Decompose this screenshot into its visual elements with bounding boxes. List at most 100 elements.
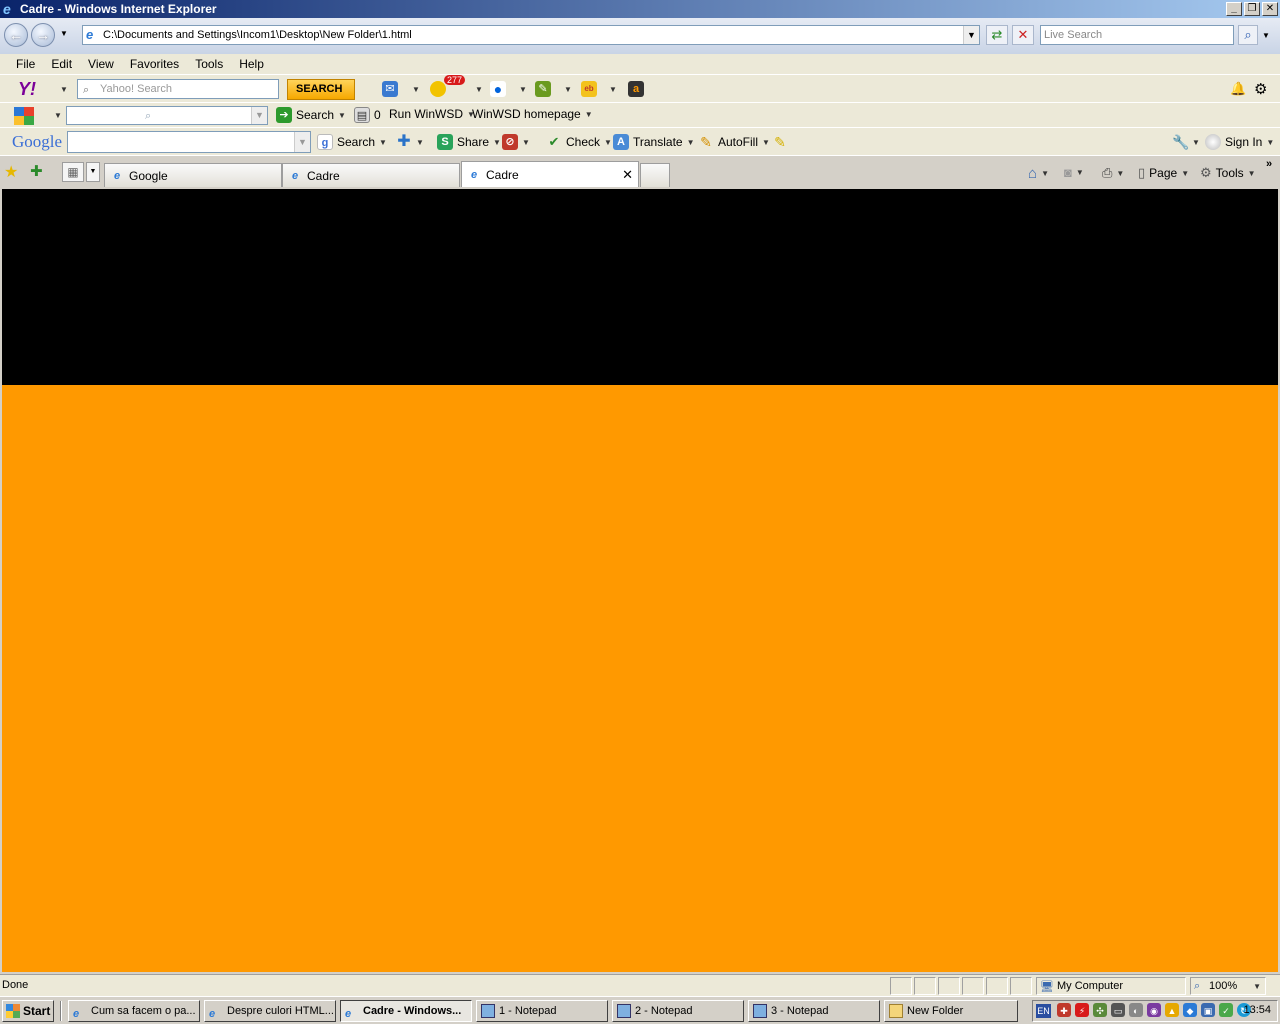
language-indicator[interactable]: EN xyxy=(1036,1004,1051,1018)
google-search-button[interactable]: g Search ▼ xyxy=(317,134,387,150)
tray-app-icon[interactable]: ▲ xyxy=(1165,1003,1179,1017)
amazon-icon[interactable]: a xyxy=(628,81,644,97)
go-arrow-icon: ➔ xyxy=(276,107,292,123)
popup-blocker-button[interactable]: ⊘ ▼ xyxy=(502,134,530,150)
security-icon[interactable]: ⚡ xyxy=(1075,1003,1089,1017)
answers-icon[interactable]: ✎ xyxy=(535,81,551,97)
wsd-search-button[interactable]: ➔ Search ▼ xyxy=(276,107,346,123)
tab-cadre-1[interactable]: e Cadre xyxy=(282,163,460,187)
live-search-input[interactable]: Live Search xyxy=(1040,25,1234,45)
yahoo-search-button[interactable]: SEARCH ▼ xyxy=(287,79,355,113)
google-logo[interactable]: Google xyxy=(12,132,62,152)
minimize-button[interactable]: _ xyxy=(1226,2,1242,16)
tray-app-icon[interactable]: ✓ xyxy=(1219,1003,1233,1017)
title-bar[interactable]: e Cadre - Windows Internet Explorer _ ❐ … xyxy=(0,0,1280,18)
task-button[interactable]: 1 - Notepad xyxy=(476,1000,608,1022)
settings-gear-icon[interactable]: ⚙ xyxy=(1254,80,1267,98)
menu-edit[interactable]: Edit xyxy=(51,57,72,71)
tools-menu-button[interactable]: ⚙ Tools ▼ xyxy=(1200,165,1256,181)
task-button-active[interactable]: e Cadre - Windows... xyxy=(340,1000,472,1022)
sign-in-button[interactable]: Sign In ▼ xyxy=(1205,134,1274,150)
wsd-search-dropdown[interactable]: ▼ xyxy=(251,107,267,124)
ebay-icon[interactable]: eb xyxy=(581,81,597,97)
print-button[interactable]: ⎙ ▼ xyxy=(1102,165,1124,181)
clock[interactable]: 13:54 xyxy=(1243,1004,1271,1016)
antivirus-icon[interactable]: ✚ xyxy=(1057,1003,1071,1017)
menu-tools[interactable]: Tools xyxy=(195,57,223,71)
yahoo-search-input[interactable]: ⌕ Yahoo! Search xyxy=(77,79,279,99)
address-dropdown[interactable]: ▼ xyxy=(963,26,979,44)
display-icon[interactable]: ▣ xyxy=(1201,1003,1215,1017)
menu-help[interactable]: Help xyxy=(239,57,264,71)
alert-bell-icon[interactable]: 🔔 xyxy=(1230,81,1246,97)
tray-app-icon[interactable]: ◉ xyxy=(1147,1003,1161,1017)
winwsd-homepage-button[interactable]: WinWSD homepage ▼ xyxy=(468,107,593,121)
answers-dropdown[interactable]: ▼ xyxy=(564,85,572,94)
task-button[interactable]: New Folder xyxy=(884,1000,1018,1022)
google-search-dropdown[interactable]: ▼ xyxy=(294,132,310,152)
sign-in-label: Sign In xyxy=(1225,135,1263,149)
share-button[interactable]: S Share ▼ xyxy=(437,134,501,150)
stop-button[interactable]: ✕ xyxy=(1012,25,1034,45)
tab-google[interactable]: e Google xyxy=(104,163,282,187)
favorites-star-icon[interactable]: ★ xyxy=(4,162,18,182)
forward-button[interactable]: → xyxy=(31,23,55,47)
toolbar-settings-button[interactable]: 🔧 ▼ xyxy=(1172,134,1200,150)
wsd-menu-dropdown[interactable]: ▼ xyxy=(54,111,62,120)
chevron-more-icon[interactable]: » xyxy=(1266,158,1272,170)
home-button[interactable]: ⌂ ▼ xyxy=(1028,165,1049,182)
search-options-dropdown[interactable]: ▼ xyxy=(1262,31,1270,40)
tab-cadre-active[interactable]: e Cadre ✕ xyxy=(461,161,639,187)
menu-favorites[interactable]: Favorites xyxy=(130,57,179,71)
task-button[interactable]: e Cum sa facem o pa... xyxy=(68,1000,200,1022)
security-zone[interactable]: 🖥 My Computer xyxy=(1036,977,1186,995)
mail-icon[interactable]: ✉ xyxy=(382,81,398,97)
task-button[interactable]: 2 - Notepad xyxy=(612,1000,744,1022)
add-favorites-icon[interactable]: ✚ xyxy=(30,162,43,180)
start-button[interactable]: Start xyxy=(2,1000,54,1022)
task-button[interactable]: e Despre culori HTML... xyxy=(204,1000,336,1022)
mail-dropdown[interactable]: ▼ xyxy=(412,85,420,94)
menu-view[interactable]: View xyxy=(88,57,114,71)
messenger-dropdown[interactable]: ▼ xyxy=(475,85,483,94)
spell-check-button[interactable]: ✔ Check ▼ xyxy=(546,134,612,150)
flickr-icon[interactable]: ● xyxy=(490,81,506,97)
address-bar[interactable]: e C:\Documents and Settings\Incom1\Deskt… xyxy=(82,25,980,45)
run-winwsd-button[interactable]: Run WinWSD ▼ xyxy=(385,107,475,121)
wsd-search-input[interactable]: ⌕ ▼ xyxy=(66,106,268,125)
google-search-input[interactable]: ▼ xyxy=(67,131,311,153)
wsd-counter[interactable]: ▤ 0 xyxy=(354,107,381,123)
close-window-button[interactable]: ✕ xyxy=(1262,2,1278,16)
yahoo-menu-dropdown[interactable]: ▼ xyxy=(60,85,68,94)
ebay-dropdown[interactable]: ▼ xyxy=(609,85,617,94)
messenger-icon[interactable] xyxy=(430,81,446,97)
task-label: Despre culori HTML... xyxy=(227,1005,334,1017)
menu-file[interactable]: File xyxy=(16,57,35,71)
network-icon[interactable]: ▭ xyxy=(1111,1003,1125,1017)
page-menu-button[interactable]: ▯ Page ▼ xyxy=(1138,165,1189,181)
autofill-button[interactable]: ✎ AutoFill ▼ xyxy=(698,134,770,150)
refresh-button[interactable]: ⇄ xyxy=(986,25,1008,45)
close-tab-icon[interactable]: ✕ xyxy=(622,164,633,186)
tab-label: Cadre xyxy=(307,168,340,183)
yahoo-logo-icon[interactable]: Y! xyxy=(18,79,36,100)
feeds-button[interactable]: ◙ ▼ xyxy=(1064,165,1084,180)
quick-tabs-icon[interactable]: ▦ xyxy=(62,162,84,182)
task-button[interactable]: 3 - Notepad xyxy=(748,1000,880,1022)
flickr-dropdown[interactable]: ▼ xyxy=(519,85,527,94)
status-cell xyxy=(914,977,936,995)
tray-app-icon[interactable]: ◆ xyxy=(1183,1003,1197,1017)
search-go-icon[interactable]: ⌕ xyxy=(1238,25,1258,45)
new-tab-button[interactable] xyxy=(640,163,670,187)
tray-app-icon[interactable]: ✣ xyxy=(1093,1003,1107,1017)
highlighter-icon[interactable]: ✎ xyxy=(772,134,788,150)
maximize-button[interactable]: ❐ xyxy=(1244,2,1260,16)
ie-icon: e xyxy=(209,1008,216,1020)
recent-pages-dropdown[interactable]: ▼ xyxy=(60,29,68,38)
tray-app-icon[interactable]: ◐ xyxy=(1129,1003,1143,1017)
translate-button[interactable]: A Translate ▼ xyxy=(613,134,695,150)
back-button[interactable]: ← xyxy=(4,23,28,47)
add-button[interactable]: ✚ ▼ xyxy=(396,134,424,150)
zoom-control[interactable]: ⌕ 100% ▼ xyxy=(1190,977,1266,995)
tab-list-dropdown[interactable]: ▼ xyxy=(86,162,100,182)
